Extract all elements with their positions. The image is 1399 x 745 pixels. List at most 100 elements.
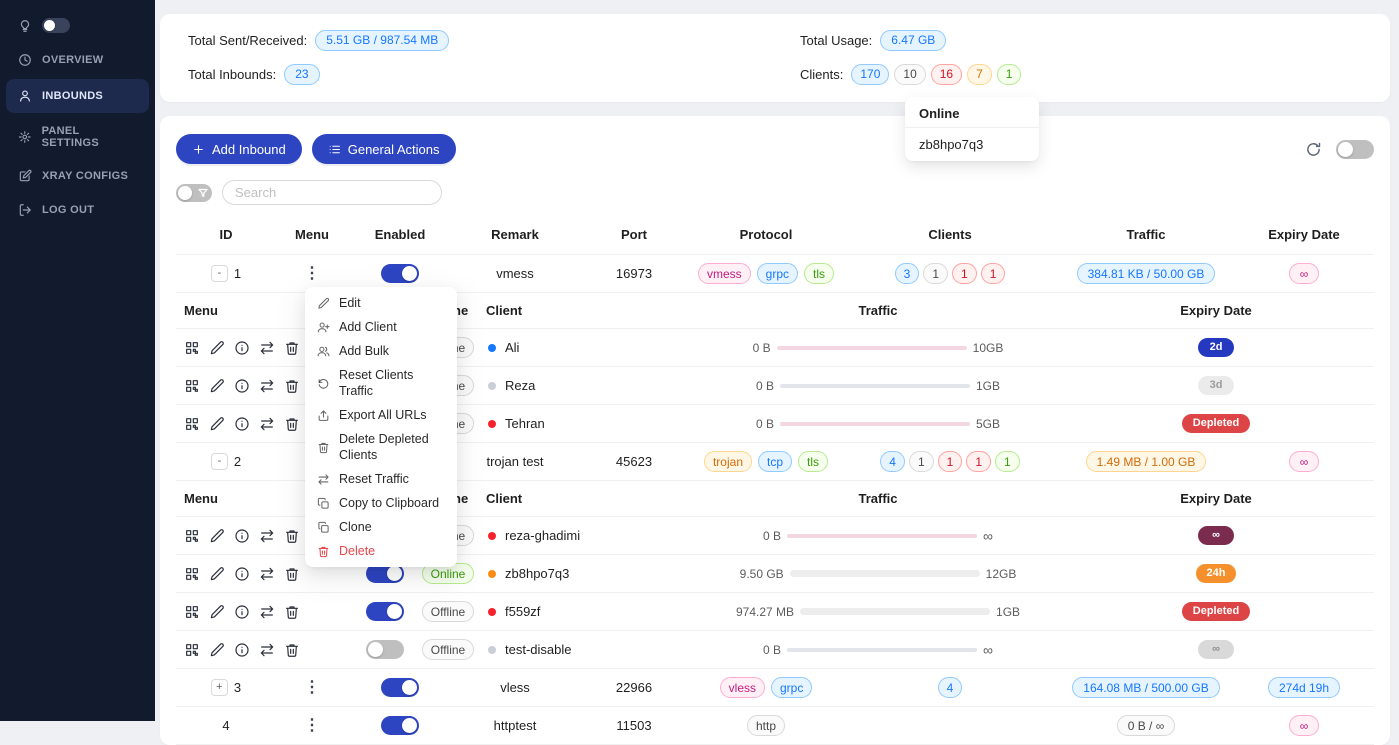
sidebar-item-logout[interactable]: LOG OUT [0, 193, 155, 227]
reset-traffic-icon[interactable] [259, 566, 275, 582]
qrcode-icon[interactable] [184, 416, 200, 432]
expiry-badge: ∞ [1289, 263, 1320, 284]
delete-icon[interactable] [284, 566, 300, 582]
traffic-progress-bar [800, 608, 990, 615]
expand-row-button[interactable]: + [211, 679, 228, 696]
delete-icon[interactable] [284, 416, 300, 432]
info-icon[interactable] [234, 604, 250, 620]
client-expiry-pill: Depleted [1182, 414, 1250, 433]
search-input[interactable] [222, 180, 442, 205]
add-inbound-label: Add Inbound [212, 142, 286, 157]
info-icon[interactable] [234, 528, 250, 544]
delete-icon[interactable] [284, 340, 300, 356]
delete-icon[interactable] [284, 604, 300, 620]
traffic-progress-bar [780, 384, 970, 388]
edit-icon[interactable] [209, 528, 225, 544]
reset-traffic-icon[interactable] [259, 642, 275, 658]
menu-item-copy-to-clipboard[interactable]: Copy to Clipboard [309, 491, 453, 515]
client-name: reza-ghadimi [505, 528, 580, 543]
qrcode-icon[interactable] [184, 528, 200, 544]
sidebar-item-inbounds[interactable]: INBOUNDS [6, 79, 149, 113]
reset-traffic-icon[interactable] [259, 528, 275, 544]
edit-icon[interactable] [209, 378, 225, 394]
traffic-progress-bar [780, 422, 970, 426]
menu-item-add-bulk[interactable]: Add Bulk [309, 339, 453, 363]
general-actions-button[interactable]: General Actions [312, 134, 456, 164]
menu-item-delete-depleted-clients[interactable]: Delete Depleted Clients [309, 427, 453, 467]
menu-item-export-all-urls[interactable]: Export All URLs [309, 403, 453, 427]
expiry-badge: ∞ [1289, 715, 1320, 736]
edit-icon[interactable] [209, 642, 225, 658]
filter-toggle[interactable] [176, 184, 212, 202]
edit-square-icon [18, 169, 32, 183]
reset-traffic-icon[interactable] [259, 416, 275, 432]
collapse-row-button[interactable]: - [211, 265, 228, 282]
edit-icon[interactable] [209, 416, 225, 432]
traffic-used: 0 B [763, 529, 781, 543]
collapse-row-button[interactable]: - [211, 453, 228, 470]
delete-icon[interactable] [284, 642, 300, 658]
client-traffic: 0 B 1GB [698, 379, 1058, 393]
qrcode-icon[interactable] [184, 378, 200, 394]
info-icon[interactable] [234, 566, 250, 582]
qrcode-icon[interactable] [184, 340, 200, 356]
edit-icon[interactable] [209, 340, 225, 356]
traffic-total: 1GB [976, 379, 1000, 393]
protocol-tag: tls [798, 451, 828, 472]
sidebar-item-overview[interactable]: OVERVIEW [0, 43, 155, 77]
client-badges: 170 10 16 7 1 [851, 64, 1021, 85]
theme-toggle[interactable] [42, 18, 70, 33]
stat-value-badge: 5.51 GB / 987.54 MB [315, 30, 449, 51]
refresh-icon[interactable] [1305, 141, 1322, 158]
table-header-row: ID Menu Enabled Remark Port Protocol Cli… [176, 215, 1374, 255]
inbound-enabled-toggle[interactable] [381, 678, 419, 697]
info-icon[interactable] [234, 340, 250, 356]
online-client-name: zb8hpo7q3 [905, 128, 1039, 155]
inbound-port: 11503 [578, 718, 690, 733]
row-menu-button[interactable]: ⋮ [298, 680, 326, 696]
edit-icon[interactable] [209, 566, 225, 582]
add-inbound-button[interactable]: Add Inbound [176, 134, 302, 164]
menu-item-delete[interactable]: Delete [309, 539, 453, 563]
delete-icon[interactable] [284, 528, 300, 544]
client-count-badge: 1 [997, 64, 1022, 85]
sidebar-item-panel-settings[interactable]: PANEL SETTINGS [0, 115, 155, 159]
row-menu-button[interactable]: ⋮ [298, 266, 326, 282]
reset-traffic-icon[interactable] [259, 378, 275, 394]
inbound-enabled-toggle[interactable] [381, 264, 419, 283]
swap-icon [317, 473, 330, 486]
menu-item-reset-clients-traffic[interactable]: Reset Clients Traffic [309, 363, 453, 403]
traffic-badge: 1.49 MB / 1.00 GB [1086, 451, 1207, 472]
edit-icon[interactable] [209, 604, 225, 620]
info-icon[interactable] [234, 416, 250, 432]
info-icon[interactable] [234, 378, 250, 394]
export-icon [317, 409, 330, 422]
auto-refresh-toggle[interactable] [1336, 140, 1374, 159]
sub-header-client: Client [478, 293, 698, 328]
qrcode-icon[interactable] [184, 604, 200, 620]
qrcode-icon[interactable] [184, 642, 200, 658]
info-icon[interactable] [234, 642, 250, 658]
sub-header-expiry: Expiry Date [1058, 293, 1374, 328]
client-count-badge: 7 [967, 64, 992, 85]
sidebar-item-label: LOG OUT [42, 204, 94, 216]
header-traffic: Traffic [1058, 215, 1234, 254]
sidebar-item-xray-configs[interactable]: XRAY CONFIGS [0, 159, 155, 193]
qrcode-icon[interactable] [184, 566, 200, 582]
header-clients: Clients [842, 215, 1058, 254]
client-enabled-toggle[interactable] [366, 640, 404, 659]
client-traffic: 0 B 10GB [698, 341, 1058, 355]
menu-item-add-client[interactable]: Add Client [309, 315, 453, 339]
menu-item-clone[interactable]: Clone [309, 515, 453, 539]
inbound-enabled-toggle[interactable] [381, 716, 419, 735]
reset-traffic-icon[interactable] [259, 340, 275, 356]
client-count-badge: 1 [952, 263, 977, 284]
menu-item-edit[interactable]: Edit [309, 291, 453, 315]
client-enabled-toggle[interactable] [366, 602, 404, 621]
reset-traffic-icon[interactable] [259, 604, 275, 620]
client-expiry-pill: 24h [1196, 564, 1237, 583]
row-menu-button[interactable]: ⋮ [298, 718, 326, 734]
menu-item-reset-traffic[interactable]: Reset Traffic [309, 467, 453, 491]
traffic-badge: 164.08 MB / 500.00 GB [1072, 677, 1219, 698]
delete-icon[interactable] [284, 378, 300, 394]
